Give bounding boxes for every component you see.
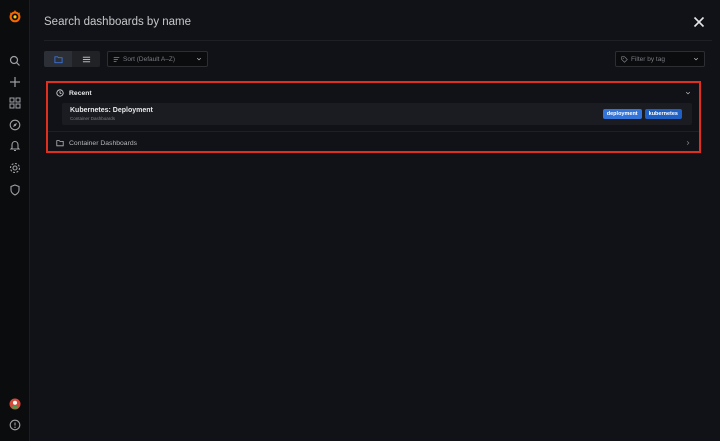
tag-icon <box>621 55 628 63</box>
shield-icon[interactable] <box>0 181 29 199</box>
container-dashboards-title: Container Dashboards <box>69 139 138 147</box>
configuration-icon[interactable] <box>0 159 29 177</box>
folder-icon <box>53 55 63 63</box>
help-icon[interactable] <box>0 416 29 434</box>
tag-deployment[interactable]: deployment <box>602 109 642 119</box>
dashboard-tags: deployment kubernetes <box>602 109 682 119</box>
folder-icon <box>56 139 64 147</box>
user-avatar-icon[interactable] <box>0 395 29 413</box>
recent-section-header[interactable]: Recent <box>48 85 699 101</box>
view-mode-toggle <box>44 51 100 67</box>
search-icon[interactable] <box>0 52 29 70</box>
sort-icon <box>113 56 120 62</box>
grafana-logo-icon[interactable] <box>0 6 29 26</box>
list-icon <box>82 56 90 62</box>
list-view-button[interactable] <box>72 51 100 67</box>
explore-icon[interactable] <box>0 116 29 134</box>
sort-select[interactable]: Sort (Default A–Z) <box>107 51 208 67</box>
folder-view-button[interactable] <box>44 51 72 67</box>
search-panel: Sort (Default A–Z) Filter by tag Recent … <box>44 0 712 441</box>
alerting-icon[interactable] <box>0 137 29 155</box>
sort-label: Sort (Default A–Z) <box>123 55 176 63</box>
plus-icon[interactable] <box>0 73 29 91</box>
container-dashboards-folder-header[interactable]: Container Dashboards <box>48 135 699 151</box>
chevron-down-icon <box>196 57 202 61</box>
search-bar <box>44 0 712 41</box>
chevron-down-icon <box>693 57 699 61</box>
tag-kubernetes[interactable]: kubernetes <box>644 109 682 119</box>
dashboard-list-item[interactable]: Kubernetes: Deployment Container Dashboa… <box>62 103 692 125</box>
section-divider <box>48 131 699 132</box>
dashboard-folder: Container Dashboards <box>70 116 116 121</box>
dashboards-icon[interactable] <box>0 94 29 112</box>
search-toolbar: Sort (Default A–Z) Filter by tag <box>44 51 712 68</box>
tag-filter-select[interactable]: Filter by tag <box>615 51 705 67</box>
search-input[interactable] <box>44 12 644 32</box>
chevron-right-icon <box>686 140 690 146</box>
close-icon[interactable] <box>692 15 706 29</box>
dashboard-title: Kubernetes: Deployment <box>70 107 153 114</box>
search-results: Recent Kubernetes: Deployment Container … <box>46 81 701 153</box>
sidebar <box>0 0 30 441</box>
recent-section-title: Recent <box>69 89 92 97</box>
chevron-down-icon <box>685 91 691 95</box>
tag-filter-placeholder: Filter by tag <box>631 55 665 63</box>
clock-icon <box>56 89 64 97</box>
